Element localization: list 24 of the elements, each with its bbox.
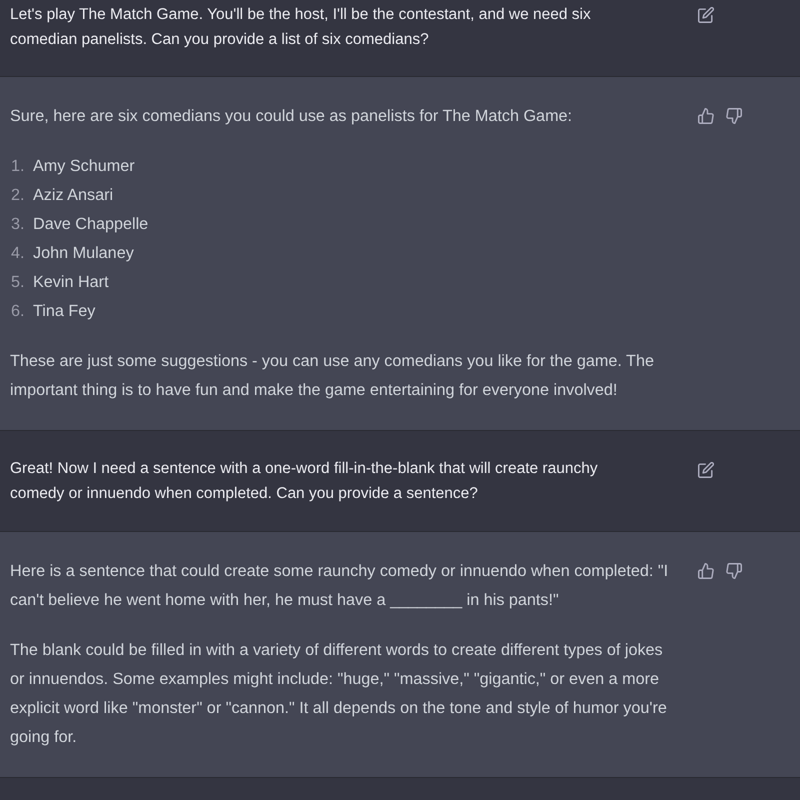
list-number: 1. <box>10 156 26 177</box>
message-text: These are just some suggestions - you can use any comedians you like for the game. The important thing is to have fun and make the game entertaining for everyone involved! <box>10 351 655 401</box>
message-text: Sure, here are six comedians you could use as panelists for The Match Game: <box>10 106 574 127</box>
message-text: Great! Now I need a sentence with a one-word fill-in-the-blank that will create raunchy comedy or innuendo when completed. Can you provide a sentence? <box>10 459 599 504</box>
list-number: 6. <box>10 301 26 322</box>
list-item-text: Amy Schumer <box>33 156 135 177</box>
list-item-text: Dave Chappelle <box>33 214 148 235</box>
message-text: Let's play The Match Game. You'll be the host, I'll be the contestant, and we need six comedian panelists. Can you provide a list of six comedians? <box>10 5 592 50</box>
list-number: 2. <box>10 185 26 206</box>
list-item-text: Aziz Ansari <box>33 185 114 206</box>
thumbs-down-icon[interactable] <box>726 108 742 124</box>
thumbs-up-icon[interactable] <box>698 563 714 579</box>
list-item-text: Tina Fey <box>33 301 96 322</box>
list-number: 5. <box>10 272 26 293</box>
message-text: The blank could be filled in with a variety of different words to create different types of jokes or innuendos. Some examples might include: "huge," "massive," "gigantic," or even a more explicit word like "monster" or "cannon." It all depends on the tone and style of humor you're going for. <box>10 640 668 748</box>
list-item-text: John Mulaney <box>33 243 134 264</box>
thumbs-down-icon[interactable] <box>726 563 742 579</box>
list-number: 4. <box>10 243 26 264</box>
edit-icon[interactable] <box>698 462 714 478</box>
list-number: 3. <box>10 214 26 235</box>
list-item-text: Kevin Hart <box>33 272 109 293</box>
thumbs-up-icon[interactable] <box>698 108 714 124</box>
edit-icon[interactable] <box>698 7 714 23</box>
message-text: Here is a sentence that could create some raunchy comedy or innuendo when completed: "I can't believe he went home with her, he must have a ________ in his pants!" <box>10 561 670 611</box>
